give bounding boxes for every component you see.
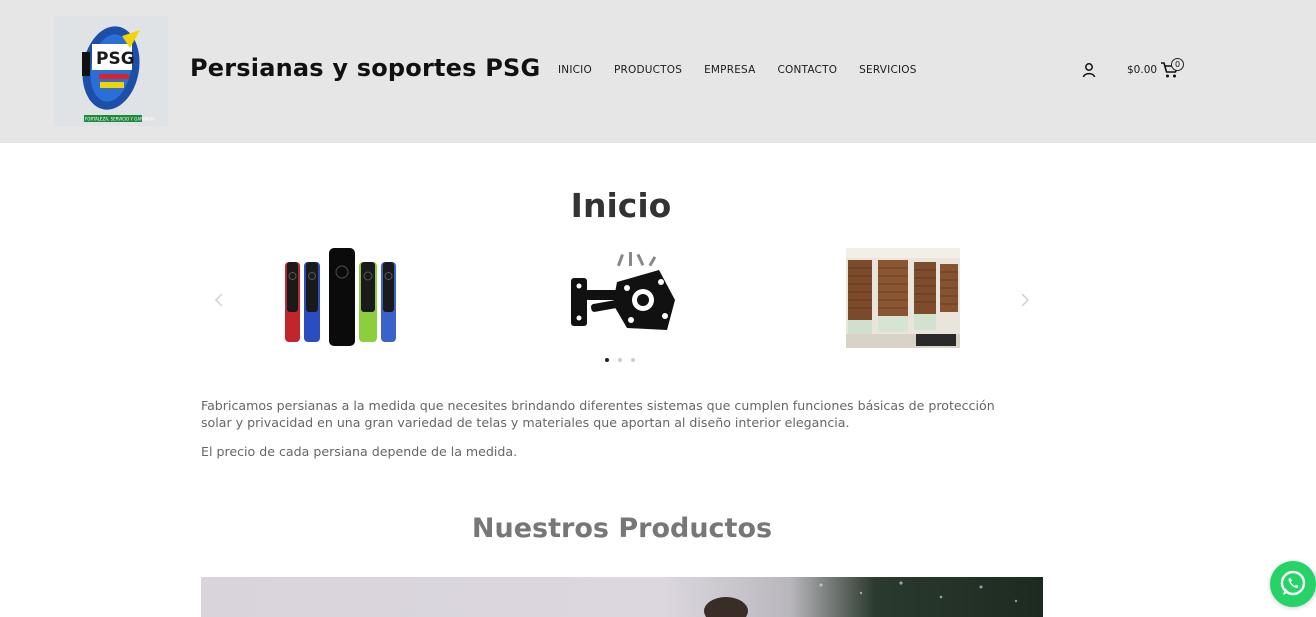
tv-mount-image [571,252,675,330]
carousel-dot-3[interactable] [631,358,635,362]
carousel-slide-remotes[interactable] [285,248,399,348]
price-note: El precio de cada persiana depende de la… [201,444,518,459]
carousel-prev-arrow-icon[interactable] [212,290,226,310]
nav-item-contacto[interactable]: CONTACTO [778,64,838,76]
carousel-dot-1[interactable] [605,358,609,362]
whatsapp-chat-button[interactable] [1270,561,1316,607]
whatsapp-icon [1280,570,1306,596]
products-banner-image [201,577,1043,617]
nav-item-empresa[interactable]: EMPRESA [704,64,755,76]
site-header: PSG FORTALEZA, SERVICIO Y GARANTIA Persi… [0,0,1316,143]
svg-text:PSG: PSG [96,49,135,69]
site-title[interactable]: Persianas y soportes PSG [190,54,540,82]
cart-total[interactable]: $0.00 [1127,64,1157,76]
svg-text:FORTALEZA, SERVICIO Y GARANTIA: FORTALEZA, SERVICIO Y GARANTIA [85,117,155,122]
carousel-dots [605,358,635,362]
nav-item-inicio[interactable]: INICIO [558,64,592,76]
user-icon[interactable] [1081,62,1097,78]
carousel-dot-2[interactable] [618,358,622,362]
products-section-title: Nuestros Productos [471,513,773,544]
carousel-next-arrow-icon[interactable] [1018,290,1032,310]
psg-logo[interactable]: PSG FORTALEZA, SERVICIO Y GARANTIA [54,16,168,126]
carousel-slide-blinds[interactable] [846,248,960,348]
nav-item-productos[interactable]: PRODUCTOS [614,64,682,76]
remote-controls-image [285,248,396,346]
nav-item-servicios[interactable]: SERVICIOS [859,64,916,76]
carousel-slide-tv-mount[interactable] [567,252,681,352]
main-nav: INICIO PRODUCTOS EMPRESA CONTACTO SERVIC… [558,64,939,76]
intro-description: Fabricamos persianas a la medida que nec… [201,398,995,430]
blinds-image [846,248,960,348]
cart-count-badge: 0 [1171,58,1184,71]
page-title: Inicio [570,186,672,225]
